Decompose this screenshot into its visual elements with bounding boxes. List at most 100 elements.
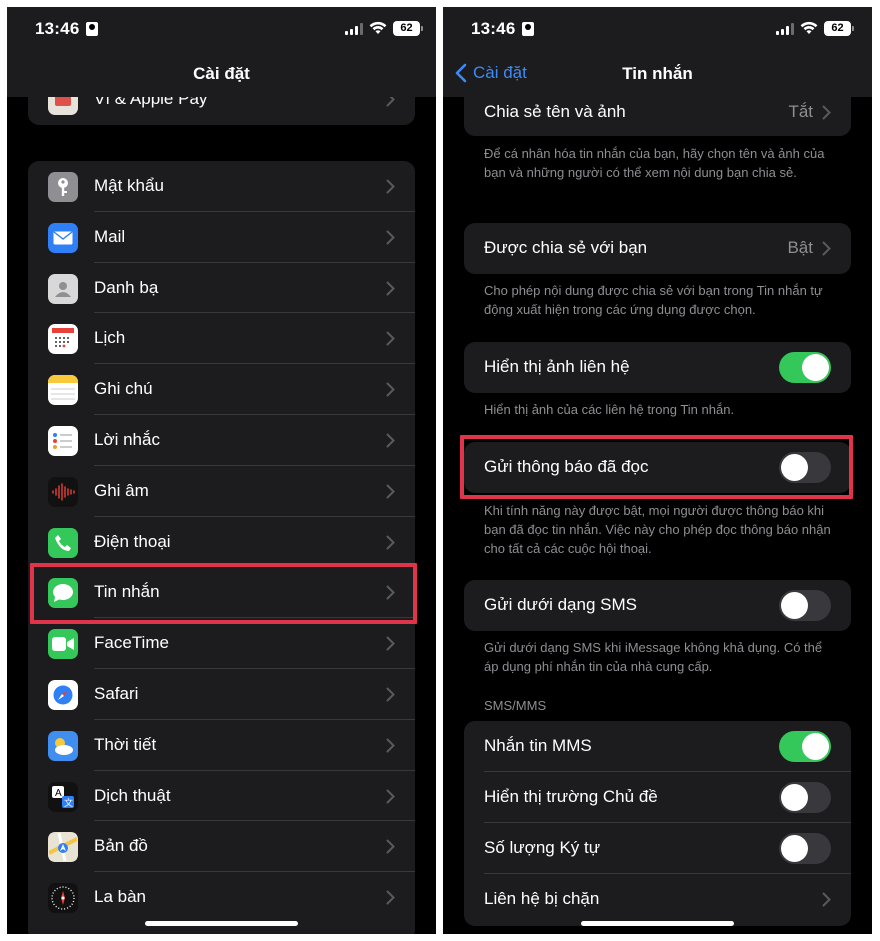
list-item-key[interactable]: Mật khẩu [28,161,415,212]
shared-with-you-footer: Cho phép nội dung được chia sẻ với bạn t… [484,283,823,317]
video-camera-icon [48,629,78,660]
battery-icon: 62 [393,21,423,36]
status-time: 13:46 [35,19,80,38]
wifi-icon [800,21,818,34]
nav-bar: 13:46 62 Cài đặt Tin nhắn [443,7,872,97]
chevron-right-icon [386,535,395,550]
list-item-label: Safari [94,683,139,703]
map-icon [48,832,78,863]
chevron-right-icon [822,241,831,256]
focus-person-icon [86,22,98,36]
chevron-right-icon [386,179,395,194]
mms-row: Nhắn tin MMS [464,721,851,772]
status-bar: 13:46 62 [443,7,872,51]
shared-with-you-label: Được chia sẻ với bạn [484,238,648,257]
list-item-weather[interactable]: Thời tiết [28,720,415,771]
chevron-right-icon [386,281,395,296]
toggle-knob [781,592,808,619]
send-as-sms-footer: Gửi dưới dạng SMS khi iMessage không khả… [484,640,823,674]
toggle-knob [781,784,808,811]
blocked-contacts-label: Liên hệ bị chặn [484,889,600,908]
chevron-right-icon [822,892,831,907]
list-item-notes[interactable]: Ghi chú [28,364,415,415]
list-item-label: Ghi âm [94,480,149,500]
status-time: 13:46 [471,19,516,38]
list-item-map[interactable]: Bản đồ [28,821,415,873]
svg-text:A: A [55,788,62,799]
list-item-calendar[interactable]: Lịch [28,313,415,365]
chevron-right-icon [386,687,395,702]
sms-mms-header: SMS/MMS [484,698,547,713]
send-as-sms-group: Gửi dưới dạng SMS [464,580,851,631]
send-as-sms-row: Gửi dưới dạng SMS [464,580,851,631]
chevron-right-icon [386,382,395,397]
focus-person-icon [522,22,534,36]
chevron-right-icon [386,738,395,753]
contact-photos-row: Hiển thị ảnh liên hệ [464,342,851,393]
status-bar: 13:46 62 [7,7,436,51]
reminders-icon [48,425,78,456]
shared-with-you-group: Được chia sẻ với bạn Bật [464,223,851,274]
shared-with-you-row[interactable]: Được chia sẻ với bạn Bật [464,223,851,274]
compass-dial-icon [48,883,78,914]
weather-icon [48,730,78,761]
list-item-compass[interactable]: Safari [28,669,415,720]
list-item-label: Danh bạ [94,277,159,297]
wifi-icon [369,21,387,34]
shared-with-you-value: Bật [787,238,813,257]
cellular-signal-icon [776,23,795,35]
list-item-envelope[interactable]: Mail [28,212,415,263]
list-item-compass-dial[interactable]: La bàn [28,872,415,923]
list-item-label: Mail [94,226,126,246]
contact-photos-toggle[interactable] [779,352,831,383]
list-item-phone[interactable]: Điện thoại [28,517,415,568]
sms-mms-group: Nhắn tin MMS Hiển thị trường Chủ đề Số l… [464,721,851,926]
calendar-icon [48,324,78,355]
list-item-label: FaceTime [94,633,169,653]
phone-icon [48,527,78,558]
list-item-contacts[interactable]: Danh bạ [28,263,415,314]
key-icon [48,172,78,202]
cellular-signal-icon [345,23,364,35]
list-item-label: Ghi chú [94,379,153,399]
svg-text:文: 文 [64,797,73,809]
list-item-label: Thời tiết [94,734,157,754]
chevron-right-icon [386,839,395,854]
battery-icon: 62 [824,21,854,36]
read-receipts-footer: Khi tính năng này được bật, mọi người đư… [484,503,831,556]
contact-photos-footer: Hiển thị ảnh của các liên hệ trong Tin n… [484,402,735,417]
highlight-box-read-receipts [460,435,853,499]
list-item-label: Mật khẩu [94,176,164,195]
page-title: Cài đặt [193,64,250,83]
compass-icon [48,679,78,710]
settings-screen: 13:46 62 Cài đặt Ví & Apple Pay Mật khẩu… [7,7,436,934]
subject-field-label: Hiển thị trường Chủ đề [484,787,658,806]
translate-icon: A文 [48,781,78,812]
contacts-icon [48,273,78,304]
chevron-right-icon [386,433,395,448]
list-item-video-camera[interactable]: FaceTime [28,618,415,669]
chevron-right-icon [386,789,395,804]
send-as-sms-toggle[interactable] [779,590,831,621]
list-item-translate[interactable]: A 文 Dịch thuật [28,771,415,822]
notes-icon [48,375,78,406]
mms-toggle[interactable] [779,731,831,762]
blocked-contacts-row[interactable]: Liên hệ bị chặn [464,874,851,925]
share-name-footer: Để cá nhân hóa tin nhắn của bạn, hãy chọ… [484,146,825,180]
toggle-knob [802,354,829,381]
list-item-voice-memo[interactable]: Ghi âm [28,466,415,517]
character-count-toggle[interactable] [779,833,831,864]
list-item-label: Điện thoại [94,531,171,551]
contact-photos-group: Hiển thị ảnh liên hệ [464,342,851,393]
home-indicator [145,921,298,926]
subject-field-toggle[interactable] [779,782,831,813]
envelope-icon [48,222,78,253]
character-count-row: Số lượng Ký tự [464,823,851,874]
chevron-right-icon [386,890,395,905]
mms-label: Nhắn tin MMS [484,736,592,755]
send-as-sms-label: Gửi dưới dạng SMS [484,595,637,614]
list-item-label: Lịch [94,328,126,348]
toggle-knob [781,835,808,862]
list-item-reminders[interactable]: Lời nhắc [28,415,415,466]
toggle-knob [802,733,829,760]
